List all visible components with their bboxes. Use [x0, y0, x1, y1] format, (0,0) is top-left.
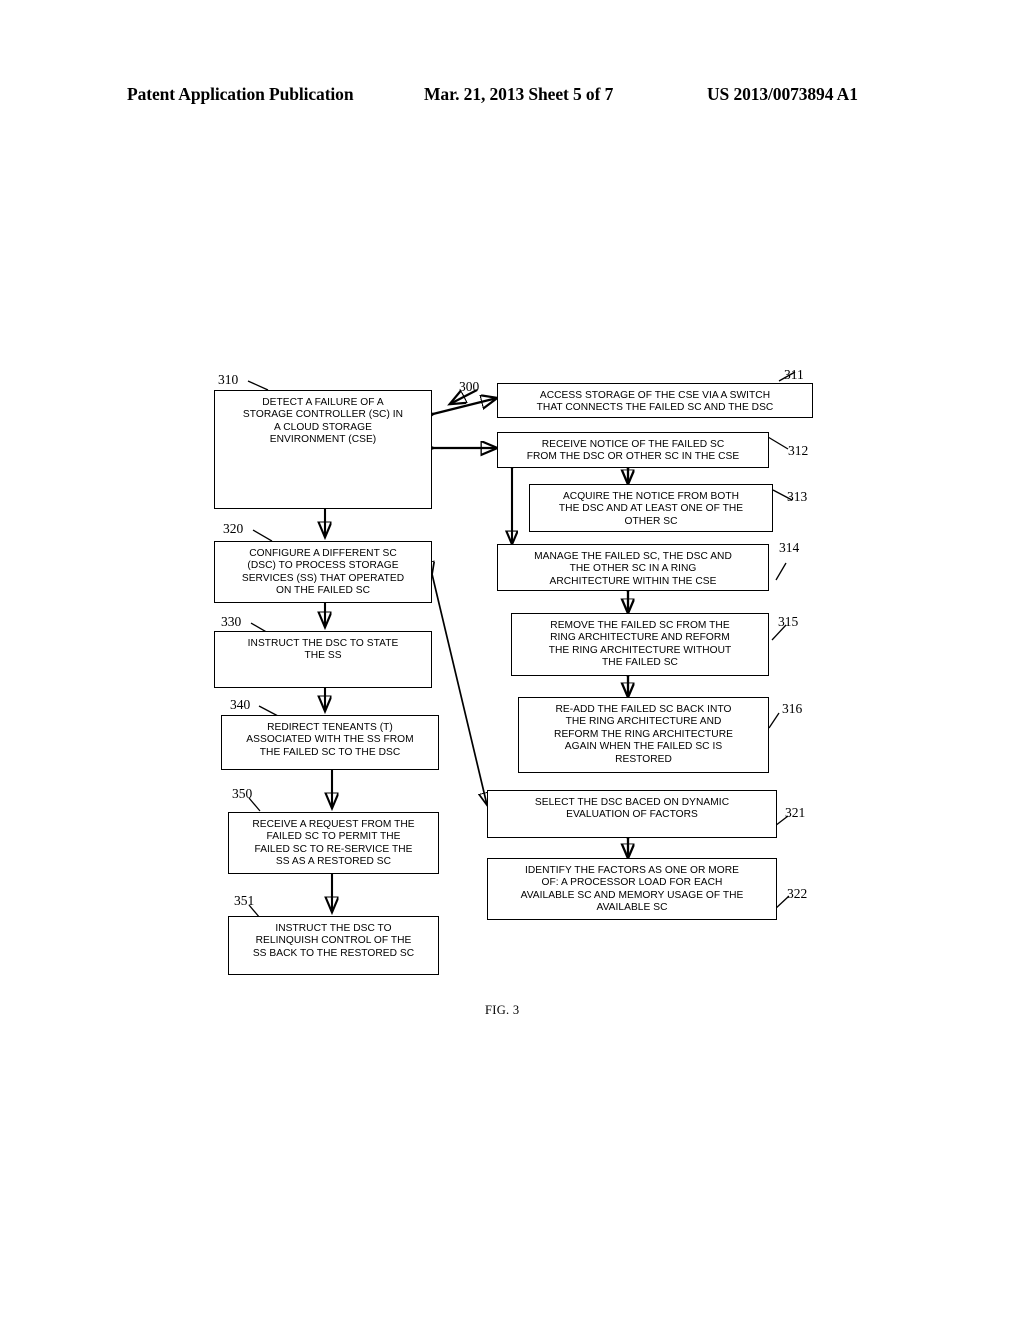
process-box-351-text: INSTRUCT THE DSC TO RELINQUISH CONTROL O…: [252, 923, 415, 959]
ref-label-315: 315: [778, 614, 799, 629]
process-box-310: DETECT A FAILURE OF A STORAGE CONTROLLER…: [214, 390, 432, 509]
arrow-320-to-321: [432, 574, 487, 805]
ref-label-340: 340: [230, 697, 251, 712]
process-box-312: RECEIVE NOTICE OF THE FAILED SC FROM THE…: [497, 432, 769, 468]
process-box-340: REDIRECT TENEANTS (T) ASSOCIATED WITH TH…: [221, 715, 439, 770]
page-header: Patent Application Publication Mar. 21, …: [0, 84, 1024, 114]
ref-label-351: 351: [234, 893, 255, 908]
process-box-313: ACQUIRE THE NOTICE FROM BOTH THE DSC AND…: [529, 484, 773, 532]
ref-label-350: 350: [232, 786, 253, 801]
process-box-321-text: SELECT THE DSC BACED ON DYNAMIC EVALUATI…: [534, 797, 730, 821]
process-box-330-text: INSTRUCT THE DSC TO STATE THE SS: [247, 638, 399, 662]
arrow-310-to-311: [433, 398, 497, 414]
process-box-311-text: ACCESS STORAGE OF THE CSE VIA A SWITCH T…: [536, 390, 774, 414]
process-box-312-text: RECEIVE NOTICE OF THE FAILED SC FROM THE…: [526, 439, 740, 463]
process-box-320-text: CONFIGURE A DIFFERENT SC (DSC) TO PROCES…: [241, 548, 405, 597]
process-box-351: INSTRUCT THE DSC TO RELINQUISH CONTROL O…: [228, 916, 439, 975]
process-box-313-text: ACQUIRE THE NOTICE FROM BOTH THE DSC AND…: [558, 491, 744, 527]
process-box-315: REMOVE THE FAILED SC FROM THE RING ARCHI…: [511, 613, 769, 676]
ref-label-314: 314: [779, 540, 800, 555]
figure-caption: FIG. 3: [485, 1003, 520, 1017]
leader-310: [247, 380, 269, 391]
ref-label-300: 300: [459, 379, 480, 394]
date-sheet-label: Mar. 21, 2013 Sheet 5 of 7: [424, 84, 614, 104]
ref-label-330: 330: [221, 614, 242, 629]
ref-label-316: 316: [782, 701, 803, 716]
process-box-316-text: RE-ADD THE FAILED SC BACK INTO THE RING …: [554, 704, 733, 765]
patent-page: Patent Application Publication Mar. 21, …: [0, 0, 1024, 1320]
leader-320: [252, 529, 273, 542]
process-box-350-text: RECEIVE A REQUEST FROM THE FAILED SC TO …: [252, 819, 415, 868]
process-box-310-text: DETECT A FAILURE OF A STORAGE CONTROLLER…: [242, 397, 404, 446]
leader-314: [775, 562, 787, 581]
process-box-314: MANAGE THE FAILED SC, THE DSC AND THE OT…: [497, 544, 769, 591]
leader-316: [768, 712, 780, 729]
process-box-340-text: REDIRECT TENEANTS (T) ASSOCIATED WITH TH…: [246, 722, 414, 758]
process-box-330: INSTRUCT THE DSC TO STATE THE SS: [214, 631, 432, 688]
process-box-314-text: MANAGE THE FAILED SC, THE DSC AND THE OT…: [534, 551, 732, 587]
process-box-316: RE-ADD THE FAILED SC BACK INTO THE RING …: [518, 697, 769, 773]
ref-label-312: 312: [788, 443, 809, 458]
ref-label-321: 321: [785, 805, 806, 820]
process-box-321: SELECT THE DSC BACED ON DYNAMIC EVALUATI…: [487, 790, 777, 838]
process-box-315-text: REMOVE THE FAILED SC FROM THE RING ARCHI…: [548, 620, 732, 669]
ref-label-322: 322: [787, 886, 808, 901]
publication-type-label: Patent Application Publication: [127, 84, 354, 104]
ref-label-313: 313: [787, 489, 808, 504]
ref-label-310: 310: [218, 372, 239, 387]
ref-label-311: 311: [784, 367, 804, 382]
publication-number: US 2013/0073894 A1: [707, 84, 858, 104]
process-box-322-text: IDENTIFY THE FACTORS AS ONE OR MORE OF: …: [520, 865, 744, 914]
process-box-320: CONFIGURE A DIFFERENT SC (DSC) TO PROCES…: [214, 541, 432, 603]
process-box-350: RECEIVE A REQUEST FROM THE FAILED SC TO …: [228, 812, 439, 874]
leader-312: [767, 436, 789, 450]
ref-label-320: 320: [223, 521, 244, 536]
process-box-311: ACCESS STORAGE OF THE CSE VIA A SWITCH T…: [497, 383, 813, 418]
process-box-322: IDENTIFY THE FACTORS AS ONE OR MORE OF: …: [487, 858, 777, 920]
